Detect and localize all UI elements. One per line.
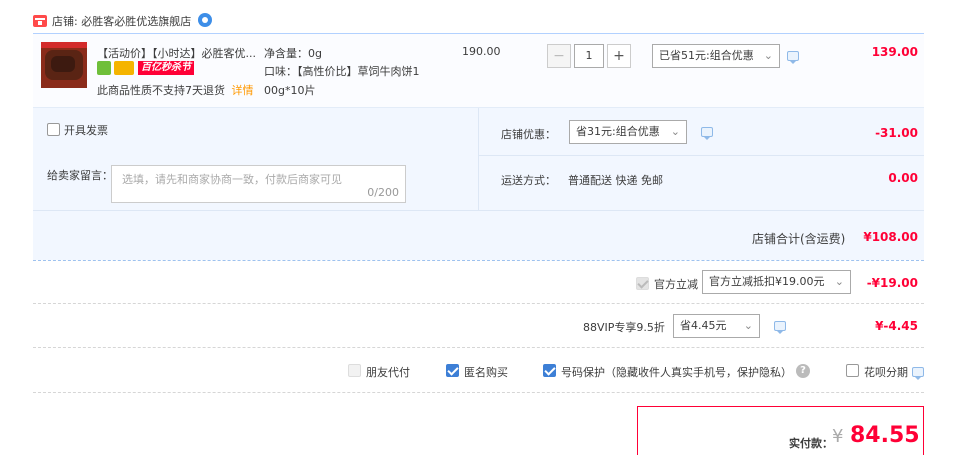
panel-right-divider [479, 155, 924, 156]
invoice-checkbox[interactable] [47, 123, 60, 136]
tmall-badge-icon [97, 61, 111, 75]
shop-total-value: ¥108.00 [863, 230, 918, 244]
official-discount-value: -¥19.00 [866, 276, 918, 290]
coupon-badge-icon [114, 61, 134, 75]
shop-total-label: 店铺合计(含运费) [752, 232, 846, 246]
chevron-down-icon: ⌄ [834, 275, 844, 288]
return-policy-text: 此商品性质不支持7天退货 [97, 84, 225, 97]
shop-discount-value: -31.00 [875, 126, 918, 140]
official-discount-checkbox[interactable] [636, 277, 649, 290]
shop-discount-label: 店铺优惠： [501, 128, 556, 141]
number-protection-label[interactable]: 号码保护（隐藏收件人真实手机号，保护隐私） [561, 364, 792, 380]
payment-currency: ¥ [832, 426, 844, 447]
vip-discount-divider [33, 347, 924, 348]
shop-icon [33, 15, 47, 27]
panel-bottom-divider [33, 210, 924, 211]
vip-discount-select-value: 省4.45元 [680, 319, 727, 332]
invoice-label[interactable]: 开具发票 [64, 122, 108, 138]
shop-total-divider [33, 260, 924, 261]
number-protection-checkbox[interactable] [543, 364, 556, 377]
payment-amount: 84.55 [850, 423, 920, 448]
anonymous-purchase-label[interactable]: 匿名购买 [464, 364, 508, 380]
official-discount-select[interactable]: 官方立减抵扣¥19.00元 ⌄ [702, 270, 851, 294]
official-discount-select-value: 官方立减抵扣¥19.00元 [709, 275, 825, 288]
chevron-down-icon: ⌄ [763, 49, 773, 62]
shop-discount-select-value: 省31元:组合优惠 [576, 125, 660, 138]
message-icon[interactable] [912, 367, 924, 380]
item-discount-select[interactable]: 已省51元:组合优惠 ⌄ [652, 44, 780, 68]
seller-message-input[interactable]: 选填，请先和商家协商一致，付款后商家可见 0/200 [111, 165, 406, 203]
shipping-label: 运送方式： [501, 174, 556, 187]
payment-summary-box: 实付款： ¥ 84.55 [637, 406, 924, 455]
chevron-down-icon: ⌄ [743, 319, 753, 332]
shipping-method: 普通配送 快递 免邮 [568, 174, 663, 187]
quantity-input[interactable]: 1 [574, 44, 604, 68]
return-policy-note: 此商品性质不支持7天退货 详情 [97, 82, 254, 98]
installment-label[interactable]: 花呗分期 [864, 364, 908, 380]
quantity-increase-button[interactable]: + [607, 44, 631, 68]
spec-weight: 净含量：0g [264, 47, 322, 60]
quantity-stepper: − 1 + [547, 44, 632, 68]
seller-message-counter: 0/200 [367, 186, 399, 199]
shipping-value: 0.00 [888, 171, 918, 185]
seller-message-label: 给卖家留言： [47, 169, 113, 182]
spec-flavor-line-2: 00g*10片 [264, 84, 316, 97]
chat-icon[interactable] [198, 13, 212, 27]
help-icon[interactable]: ? [796, 364, 810, 378]
message-icon[interactable] [774, 321, 786, 334]
vip-discount-value: ¥-4.45 [875, 319, 918, 333]
official-discount-label: 官方立减 [654, 278, 698, 291]
product-title[interactable]: 【活动价】【小时达】必胜客优... [97, 45, 256, 61]
vip-discount-select[interactable]: 省4.45元 ⌄ [673, 314, 760, 338]
quantity-decrease-button[interactable]: − [547, 44, 571, 68]
unit-price: 190.00 [462, 45, 501, 58]
friend-pay-label[interactable]: 朋友代付 [366, 364, 410, 380]
payment-label: 实付款： [789, 437, 833, 450]
message-icon[interactable] [701, 127, 713, 140]
anonymous-purchase-checkbox[interactable] [446, 364, 459, 377]
message-icon[interactable] [787, 51, 799, 64]
details-link[interactable]: 详情 [232, 84, 254, 97]
official-discount-divider [33, 303, 924, 304]
options-divider [33, 392, 924, 393]
spec-flavor-line-1: 口味：【高性价比】草饲牛肉饼1 [264, 65, 420, 78]
panel-vertical-divider [478, 108, 479, 210]
shop-discount-select[interactable]: 省31元:组合优惠 ⌄ [569, 120, 687, 144]
chevron-down-icon: ⌄ [670, 125, 680, 138]
shop-name[interactable]: 店铺: 必胜客必胜优选旗舰店 [52, 13, 191, 29]
item-subtotal: 139.00 [871, 45, 918, 59]
product-image[interactable] [41, 42, 87, 88]
promo-badge: 百亿秒杀节 [138, 61, 194, 75]
item-discount-select-value: 已省51元:组合优惠 [659, 49, 754, 62]
vip-discount-label: 88VIP专享9.5折 [583, 321, 665, 334]
friend-pay-checkbox[interactable] [348, 364, 361, 377]
seller-message-placeholder: 选填，请先和商家协商一致，付款后商家可见 [122, 173, 342, 186]
installment-checkbox[interactable] [846, 364, 859, 377]
